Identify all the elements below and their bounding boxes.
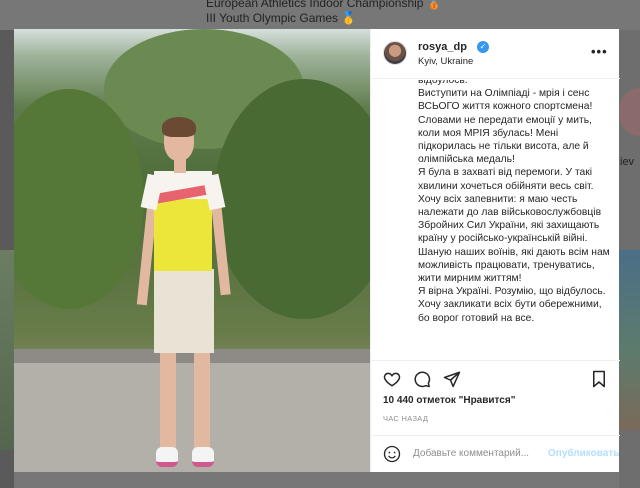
location-link[interactable]: Kyiv, Ukraine bbox=[418, 56, 473, 67]
heart-icon[interactable] bbox=[383, 370, 401, 388]
post-actions bbox=[371, 362, 620, 394]
comment-bar: Опубликовать bbox=[371, 435, 620, 472]
caption-scroll-area[interactable]: відбулось. Виступити на Олімпіаді - мрія… bbox=[371, 80, 620, 361]
share-icon[interactable] bbox=[443, 370, 461, 388]
post-modal: rosya_dp ✓ Kyiv, Ukraine ••• відбулось. … bbox=[14, 29, 620, 472]
background-photo-left bbox=[0, 250, 14, 450]
comment-input[interactable] bbox=[413, 448, 549, 459]
comment-icon[interactable] bbox=[413, 370, 431, 388]
likes-count[interactable]: 10 440 отметок "Нравится" bbox=[383, 395, 515, 406]
post-caption: відбулось. Виступити на Олімпіаді - мрія… bbox=[418, 80, 610, 324]
post-comment-button[interactable]: Опубликовать bbox=[548, 448, 619, 459]
photo-person bbox=[136, 117, 242, 467]
verified-badge-icon: ✓ bbox=[477, 41, 489, 53]
post-photo[interactable] bbox=[14, 29, 370, 472]
username-link[interactable]: rosya_dp bbox=[418, 41, 467, 53]
more-options-button[interactable]: ••• bbox=[591, 44, 608, 59]
background-achievement-line: III Youth Olympic Games 🥇 bbox=[206, 11, 357, 25]
background-achievement-line: European Athletics Indoor Championship 🥉 bbox=[206, 0, 442, 10]
avatar[interactable] bbox=[383, 41, 407, 65]
bookmark-icon[interactable] bbox=[590, 370, 608, 388]
post-side-panel: rosya_dp ✓ Kyiv, Ukraine ••• відбулось. … bbox=[370, 29, 620, 472]
post-timestamp[interactable]: ЧАС НАЗАД bbox=[383, 414, 428, 423]
background-side-name: iev bbox=[620, 156, 635, 168]
post-header: rosya_dp ✓ Kyiv, Ukraine ••• bbox=[371, 29, 620, 79]
background-photo-right bbox=[619, 250, 640, 430]
emoji-icon[interactable] bbox=[383, 445, 401, 463]
